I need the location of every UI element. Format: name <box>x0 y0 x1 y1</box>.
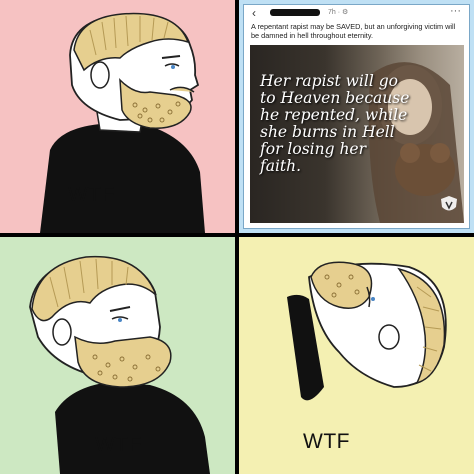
panel-bottom-right: WTF <box>239 237 474 474</box>
chad-face-side-illustration <box>40 12 205 233</box>
caption-wtf: WTF <box>68 183 115 206</box>
more-dots-icon[interactable]: ··· <box>450 5 461 17</box>
panel-top-left: WTF <box>0 0 235 233</box>
caption-wtf: WTF <box>303 430 350 453</box>
post-timestamp: 7h · ⚙ <box>328 9 349 16</box>
social-post-card: ‹ 7h · ⚙ ··· A repentant rapist may be S… <box>243 4 470 229</box>
post-image: Her rapist will go to Heaven because he … <box>250 45 464 223</box>
chad-face-tilted-illustration <box>287 261 447 401</box>
caption-wtf: WTF <box>95 433 142 456</box>
post-caption: A repentant rapist may be SAVED, but an … <box>251 22 456 40</box>
panel-bottom-left: WTF <box>0 237 235 474</box>
redacted-username <box>270 9 320 16</box>
image-overlay-text: Her rapist will go to Heaven because he … <box>260 72 410 175</box>
panel-top-right: ‹ 7h · ⚙ ··· A repentant rapist may be S… <box>239 0 474 233</box>
post-header: ‹ 7h · ⚙ ··· <box>244 5 469 21</box>
watermark-logo-icon <box>441 196 457 211</box>
meme-grid: WTF ‹ 7h · ⚙ ··· A repentant rapist may … <box>0 0 474 474</box>
chevron-left-icon[interactable]: ‹ <box>252 6 256 20</box>
